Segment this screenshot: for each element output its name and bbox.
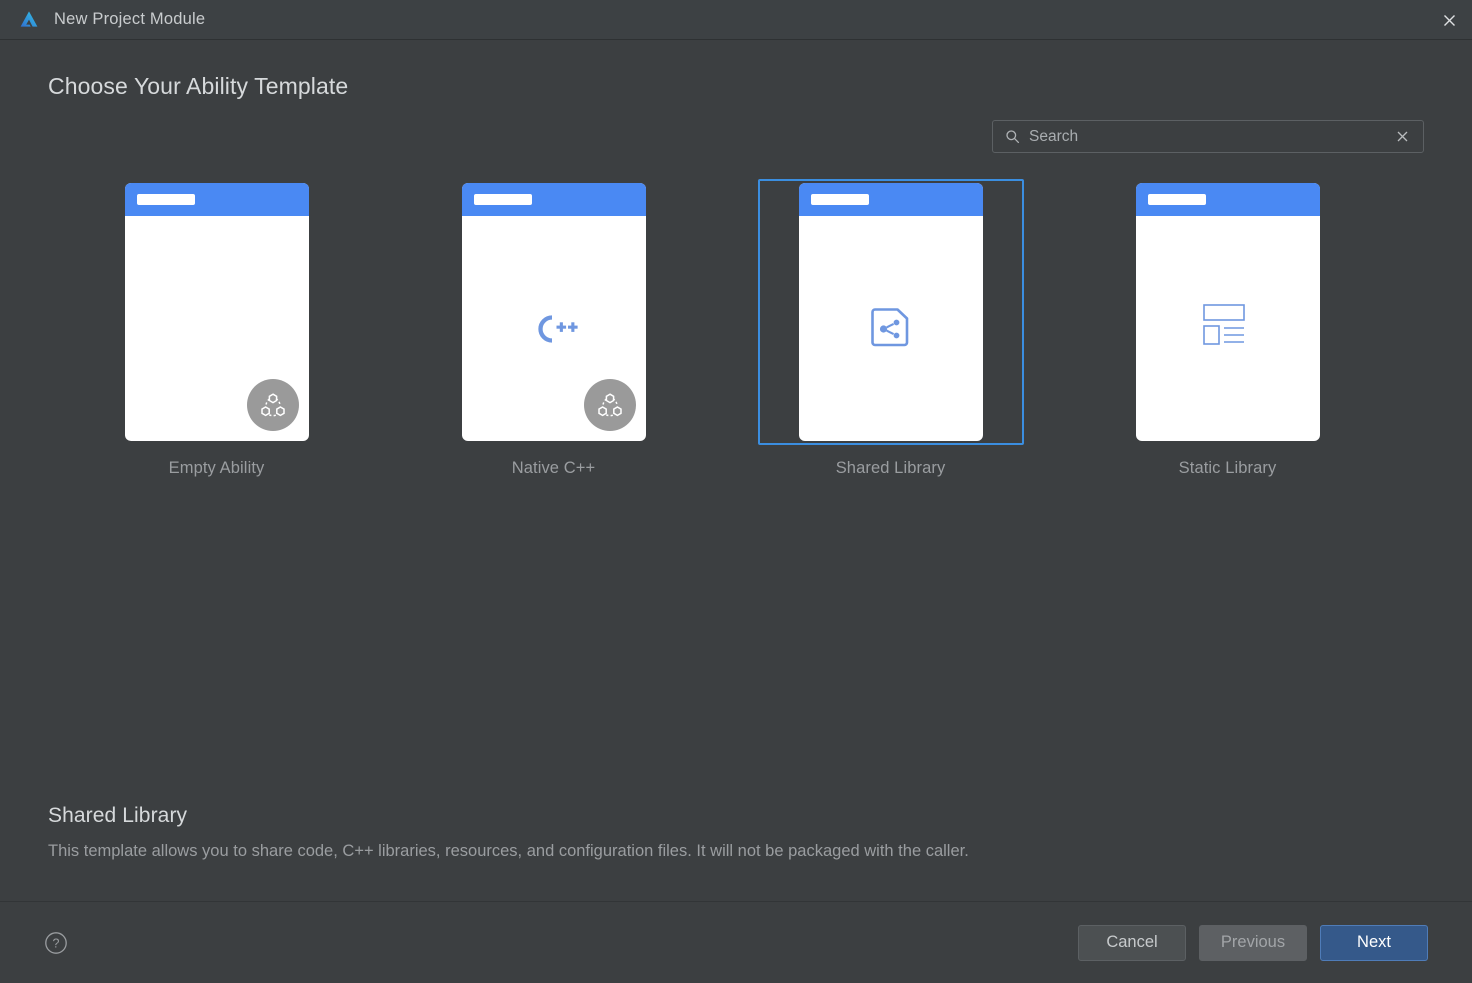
page-title: Choose Your Ability Template: [48, 73, 1424, 100]
template-card-selection-frame[interactable]: [84, 179, 350, 445]
card-header-bar: [462, 183, 646, 216]
search-clear-icon[interactable]: [1391, 126, 1413, 148]
description-title: Shared Library: [48, 804, 1388, 828]
template-card-selection-frame[interactable]: [421, 179, 687, 445]
deveco-logo-icon: [18, 9, 40, 31]
cpp-icon: [528, 311, 580, 347]
template-card-label: Empty Ability: [169, 459, 265, 478]
footer-buttons: Cancel Previous Next: [1078, 925, 1428, 961]
card-body: [125, 216, 309, 441]
svg-text:?: ?: [53, 936, 60, 950]
card-body: [799, 216, 983, 441]
dialog-footer: ? Cancel Previous Next: [0, 901, 1472, 983]
window-title: New Project Module: [54, 10, 205, 29]
static-library-icon: [1202, 302, 1254, 355]
template-card-empty-ability[interactable]: Empty Ability: [48, 179, 385, 478]
new-project-module-dialog: New Project Module Choose Your Ability T…: [0, 0, 1472, 983]
card-header-pill: [137, 194, 195, 205]
harmony-badge-icon: [584, 379, 636, 431]
title-bar: New Project Module: [0, 0, 1472, 40]
template-card-label: Native C++: [512, 459, 596, 478]
template-card-preview: [462, 183, 646, 441]
template-card-native-cpp[interactable]: Native C++: [385, 179, 722, 478]
search-input[interactable]: [1029, 128, 1391, 146]
help-circle-icon[interactable]: ?: [44, 931, 68, 955]
cancel-button[interactable]: Cancel: [1078, 925, 1186, 961]
card-header-bar: [799, 183, 983, 216]
template-card-label: Static Library: [1179, 459, 1277, 478]
next-button[interactable]: Next: [1320, 925, 1428, 961]
template-card-preview: [1136, 183, 1320, 441]
previous-button[interactable]: Previous: [1199, 925, 1307, 961]
search-box[interactable]: [992, 120, 1424, 153]
template-card-selection-frame[interactable]: [1095, 179, 1361, 445]
harmony-badge-icon: [247, 379, 299, 431]
search-row: [48, 120, 1424, 153]
template-card-preview: [799, 183, 983, 441]
template-card-selection-frame[interactable]: [758, 179, 1024, 445]
dialog-content: Choose Your Ability Template: [0, 40, 1472, 901]
shared-library-icon: [865, 300, 917, 357]
close-icon[interactable]: [1426, 0, 1472, 40]
search-icon: [1005, 129, 1020, 144]
template-grid: Empty Ability: [48, 179, 1424, 478]
template-card-label: Shared Library: [836, 459, 946, 478]
card-header-pill: [474, 194, 532, 205]
description-text: This template allows you to share code, …: [48, 840, 1388, 863]
card-header-pill: [811, 194, 869, 205]
template-card-shared-library[interactable]: Shared Library: [722, 179, 1059, 478]
card-body: [462, 216, 646, 441]
template-description: Shared Library This template allows you …: [48, 804, 1388, 863]
card-header-bar: [125, 183, 309, 216]
template-card-preview: [125, 183, 309, 441]
card-header-pill: [1148, 194, 1206, 205]
card-body: [1136, 216, 1320, 441]
card-header-bar: [1136, 183, 1320, 216]
template-card-static-library[interactable]: Static Library: [1059, 179, 1396, 478]
